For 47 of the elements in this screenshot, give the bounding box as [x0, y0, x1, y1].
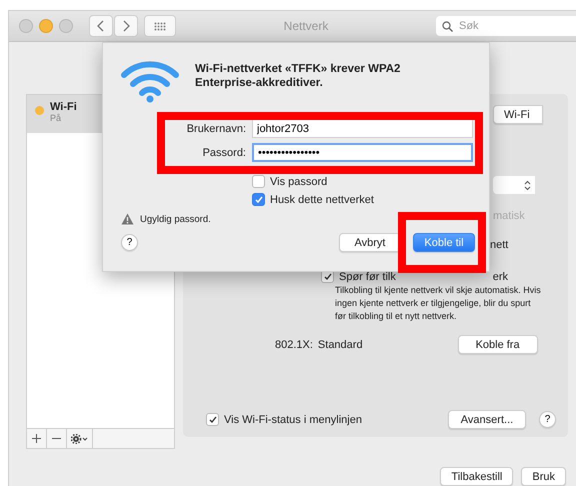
auth-label: 802.1X: — [275, 338, 313, 350]
description-text: Tilkobling til kjente nettverk vil skje automatisk. Hvis ingen kjente nettverk er tilgjengelige, blir du spurt før tilkobling til et nytt nettverk. — [335, 284, 541, 323]
checkbox-label: Spør før tilk — [339, 270, 396, 282]
advanced-button[interactable]: Avansert... — [448, 410, 526, 429]
back-button[interactable] — [89, 15, 113, 37]
check-icon — [254, 196, 262, 204]
chevron-right-icon — [122, 20, 130, 32]
checkbox-label: Vis passord — [270, 176, 328, 188]
help-button[interactable]: ? — [121, 234, 138, 251]
auto-join-text: matisk — [493, 210, 526, 222]
search-field[interactable]: Søk — [436, 16, 576, 36]
footer-button[interactable]: Tilbakestill — [440, 467, 514, 486]
checkbox-label: erk — [492, 270, 508, 282]
auth-value: Standard — [318, 338, 363, 350]
wifi-toggle-button[interactable]: Wi-Fi — [493, 105, 543, 124]
warning-text: Ugyldig passord. — [140, 214, 211, 224]
input-field[interactable]: johtor2703 — [252, 119, 473, 138]
forward-button[interactable] — [114, 15, 138, 37]
updown-chevron-icon — [524, 180, 531, 190]
chevron-left-icon — [97, 20, 105, 32]
checkbox-label: Husk dette nettverket — [270, 194, 374, 206]
status-checkbox[interactable] — [206, 413, 219, 426]
network-name: Wi-Fi — [50, 101, 77, 113]
checkbox[interactable] — [252, 175, 265, 188]
checkbox[interactable] — [252, 193, 265, 206]
field-label: Brukernavn: — [186, 122, 246, 134]
field-label: Passord: — [202, 146, 246, 158]
check-icon — [324, 272, 332, 280]
gear-icon — [70, 434, 88, 444]
dialog-title: Wi-Fi-nettverket «TFFK» krever WPA2 Enterprise-akkreditiver. — [195, 62, 402, 91]
network-status: På — [50, 113, 62, 123]
warning-icon — [121, 213, 134, 225]
disconnect-button[interactable]: Koble fra — [458, 335, 538, 354]
wifi-icon — [121, 59, 179, 103]
input-field[interactable]: •••••••••••••••• — [252, 143, 473, 162]
grid-icon — [154, 22, 166, 30]
window-title: Nettverk — [282, 19, 330, 33]
option-text: nett — [490, 239, 510, 251]
help-button[interactable]: ? — [539, 411, 556, 428]
checkbox-label: Vis Wi-Fi-status i menylinjen — [224, 414, 362, 426]
grid-button[interactable] — [144, 15, 176, 37]
dialog-button[interactable]: Avbryt — [339, 233, 401, 252]
footer-button[interactable]: Bruk — [521, 467, 566, 486]
check-icon — [208, 416, 216, 424]
plus-icon — [32, 434, 41, 443]
search-icon — [442, 20, 453, 32]
search-input[interactable]: Søk — [457, 19, 561, 33]
